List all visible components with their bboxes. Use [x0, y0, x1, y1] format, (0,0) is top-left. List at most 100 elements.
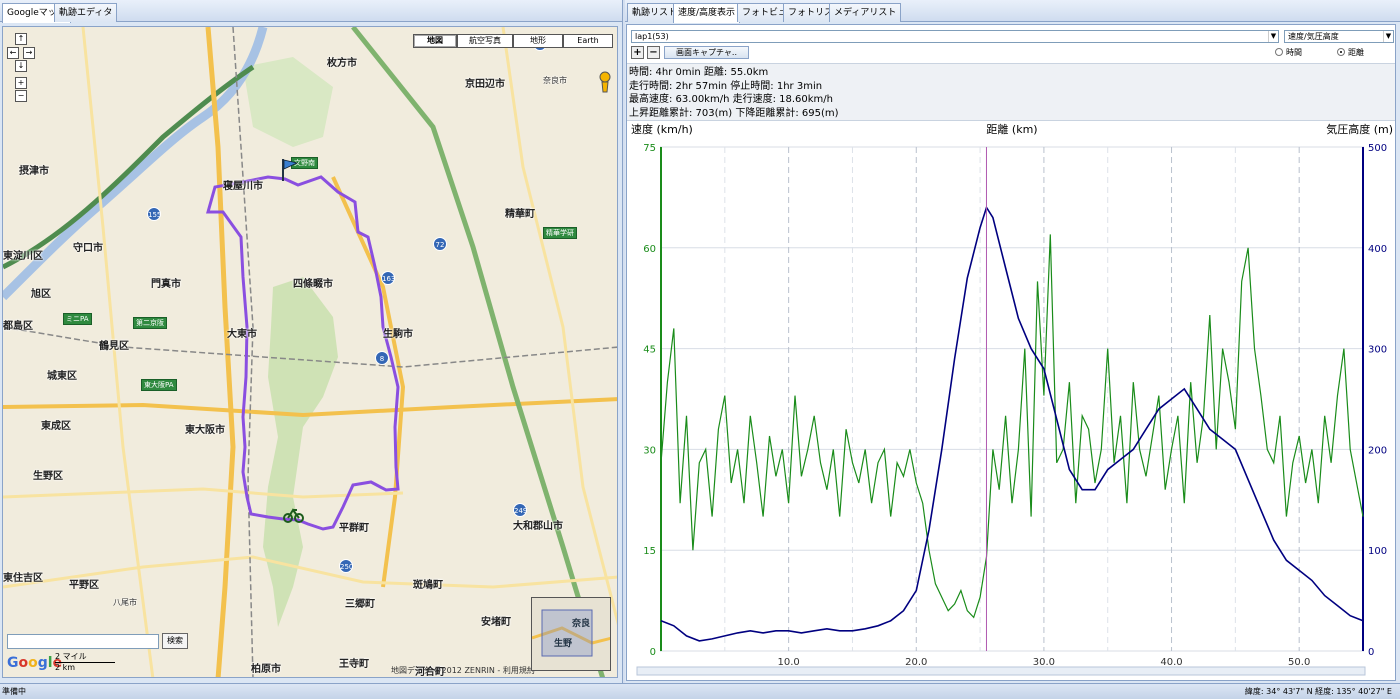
- place-label: 東大阪市: [185, 425, 225, 436]
- route-marker: 8: [375, 351, 389, 365]
- stat-line: 最高速度: 63.00km/h 走行速度: 18.60km/h: [629, 94, 834, 105]
- place-label: 精華町: [505, 209, 535, 220]
- track-select-value: lap1(53): [635, 32, 669, 41]
- overview-graphic: [532, 598, 610, 670]
- place-label: 東住吉区: [3, 573, 43, 584]
- map-type-earth-button[interactable]: Earth: [563, 34, 613, 48]
- place-label: 京田辺市: [465, 79, 505, 90]
- place-label: 奈良市: [543, 76, 567, 85]
- map-scale: 2 マイル 2 km: [55, 651, 115, 672]
- left-tick-label: 45: [643, 345, 656, 356]
- tab-track-editor[interactable]: 軌跡エディタ: [54, 3, 118, 22]
- plot-area: [660, 146, 1364, 652]
- chevron-down-icon[interactable]: ▼: [1268, 31, 1278, 42]
- right-axis-label: 気圧高度 (m): [1326, 122, 1393, 136]
- major-road: [205, 27, 236, 677]
- screen-capture-button[interactable]: 画面キャプチャ..: [664, 46, 749, 59]
- x-tick-label: 10.0: [778, 657, 800, 668]
- pan-left-button[interactable]: ←: [7, 47, 19, 59]
- radio-time-dot[interactable]: [1275, 48, 1283, 56]
- route-marker: 72: [433, 237, 447, 251]
- place-label: 生駒市: [383, 329, 413, 340]
- place-label: 平野区: [69, 580, 99, 591]
- right-tabbar: 軌跡リスト 速度/高度表示 フォトビュー フォトリスト メディアリスト: [625, 0, 1400, 23]
- zoom-out-button[interactable]: −: [15, 90, 27, 102]
- railway: [232, 27, 254, 677]
- x-axis-label: 距離 (km): [986, 122, 1037, 136]
- place-label: 鶴見区: [99, 341, 129, 352]
- stat-line: 走行時間: 2hr 57min 停止時間: 1hr 3min: [629, 80, 823, 92]
- place-label: 安堵町: [481, 617, 511, 628]
- zoom-out-chart-button[interactable]: −: [647, 46, 660, 59]
- road-sign: 東大阪PA: [141, 379, 177, 391]
- chart-hscrollbar[interactable]: [636, 666, 1366, 676]
- overview-label: 奈良: [572, 619, 591, 629]
- axis-select[interactable]: 速度/気圧高度 ▼: [1284, 30, 1394, 43]
- google-map[interactable]: 枚方市 京田辺市 寝屋川市 摂津市 守口市 門真市 四條畷市 精華町 大東市 生…: [2, 26, 618, 678]
- x-tick-label: 20.0: [905, 657, 927, 668]
- tab-speed-altitude[interactable]: 速度/高度表示: [673, 3, 741, 23]
- map-type-satellite-button[interactable]: 航空写真: [457, 34, 513, 48]
- left-tick-label: 0: [650, 647, 656, 658]
- place-label: 平群町: [339, 523, 369, 534]
- start-flag-icon: [282, 159, 299, 181]
- pegman-icon[interactable]: [599, 71, 611, 93]
- speed-altitude-chart[interactable]: 速度 (km/h) 距離 (km) 気圧高度 (m) 0 0 15 100 30 200 4…: [627, 121, 1395, 681]
- place-label: 東淀川区: [3, 251, 43, 262]
- place-label: 旭区: [31, 289, 51, 300]
- stat-line: 時間: 4hr 0min 距離: 55.0km: [629, 67, 769, 78]
- right-tick-label: 400: [1368, 244, 1387, 255]
- place-label: 四條畷市: [293, 279, 333, 290]
- zoom-in-chart-button[interactable]: +: [631, 46, 644, 59]
- map-copyright[interactable]: 地図データ ©2012 ZENRIN - 利用規約: [391, 665, 535, 676]
- route-marker: 249: [513, 503, 527, 517]
- route-marker: 163: [381, 271, 395, 285]
- tab-media-list[interactable]: メディアリスト: [829, 3, 902, 22]
- bicycle-icon: [283, 508, 304, 523]
- pan-up-button[interactable]: ↑: [15, 33, 27, 45]
- place-label: 大東市: [227, 329, 257, 340]
- axis-select-value: 速度/気圧高度: [1288, 32, 1339, 41]
- place-label: 城東区: [47, 371, 77, 382]
- map-pane: Googleマップ 軌跡エディタ 枚方市 京田辺市 寝屋川市 摂津市 守口市 門…: [0, 0, 623, 683]
- map-type-terrain-button[interactable]: 地形: [513, 34, 563, 48]
- place-label: 東成区: [41, 421, 71, 432]
- park-area: [243, 57, 333, 147]
- stat-line: 上昇距離累計: 703(m) 下降距離累計: 695(m): [629, 107, 839, 119]
- pan-right-button[interactable]: →: [23, 47, 35, 59]
- chevron-down-icon[interactable]: ▼: [1383, 31, 1393, 42]
- cursor-coordinates: 緯度: 34° 43'7" N 経度: 135° 40'27" E: [1244, 687, 1392, 696]
- place-label: 生野区: [33, 471, 63, 482]
- right-tick-label: 200: [1368, 445, 1387, 456]
- zoom-in-button[interactable]: +: [15, 77, 27, 89]
- overview-label: 生野: [554, 639, 573, 649]
- right-tick-label: 300: [1368, 345, 1387, 356]
- map-search-input[interactable]: [7, 634, 159, 649]
- map-type-map-button[interactable]: 地図: [413, 34, 457, 48]
- map-search-button[interactable]: 検索: [162, 633, 188, 649]
- track-select[interactable]: lap1(53) ▼: [631, 30, 1279, 43]
- road-sign: 精華学研: [543, 227, 577, 239]
- left-tabbar: Googleマップ 軌跡エディタ: [0, 0, 622, 23]
- left-tick-label: 30: [643, 445, 656, 456]
- right-tick-label: 500: [1368, 143, 1387, 154]
- place-label: 三郷町: [345, 599, 375, 610]
- chart-grid: [660, 146, 1364, 652]
- x-tick-label: 50.0: [1288, 657, 1310, 668]
- pan-down-button[interactable]: ↓: [15, 60, 27, 72]
- place-label: 寝屋川市: [223, 181, 263, 192]
- radio-distance-dot[interactable]: [1337, 48, 1345, 56]
- radio-time-label: 時間: [1286, 48, 1302, 57]
- scale-top: 2 マイル: [55, 651, 115, 663]
- status-text: 準備中: [2, 687, 26, 696]
- overview-map[interactable]: 奈良 生野: [531, 597, 611, 671]
- place-label: 都島区: [3, 321, 33, 332]
- x-tick-label: 40.0: [1160, 657, 1182, 668]
- place-label: 斑鳩町: [413, 580, 443, 591]
- analysis-pane: 軌跡リスト 速度/高度表示 フォトビュー フォトリスト メディアリスト lap1…: [625, 0, 1400, 683]
- radio-time[interactable]: 時間: [1275, 47, 1302, 58]
- place-label: 八尾市: [113, 598, 137, 607]
- left-tick-label: 75: [643, 143, 656, 154]
- radio-distance[interactable]: 距離: [1337, 47, 1364, 58]
- road-sign: 第二京阪: [133, 317, 167, 329]
